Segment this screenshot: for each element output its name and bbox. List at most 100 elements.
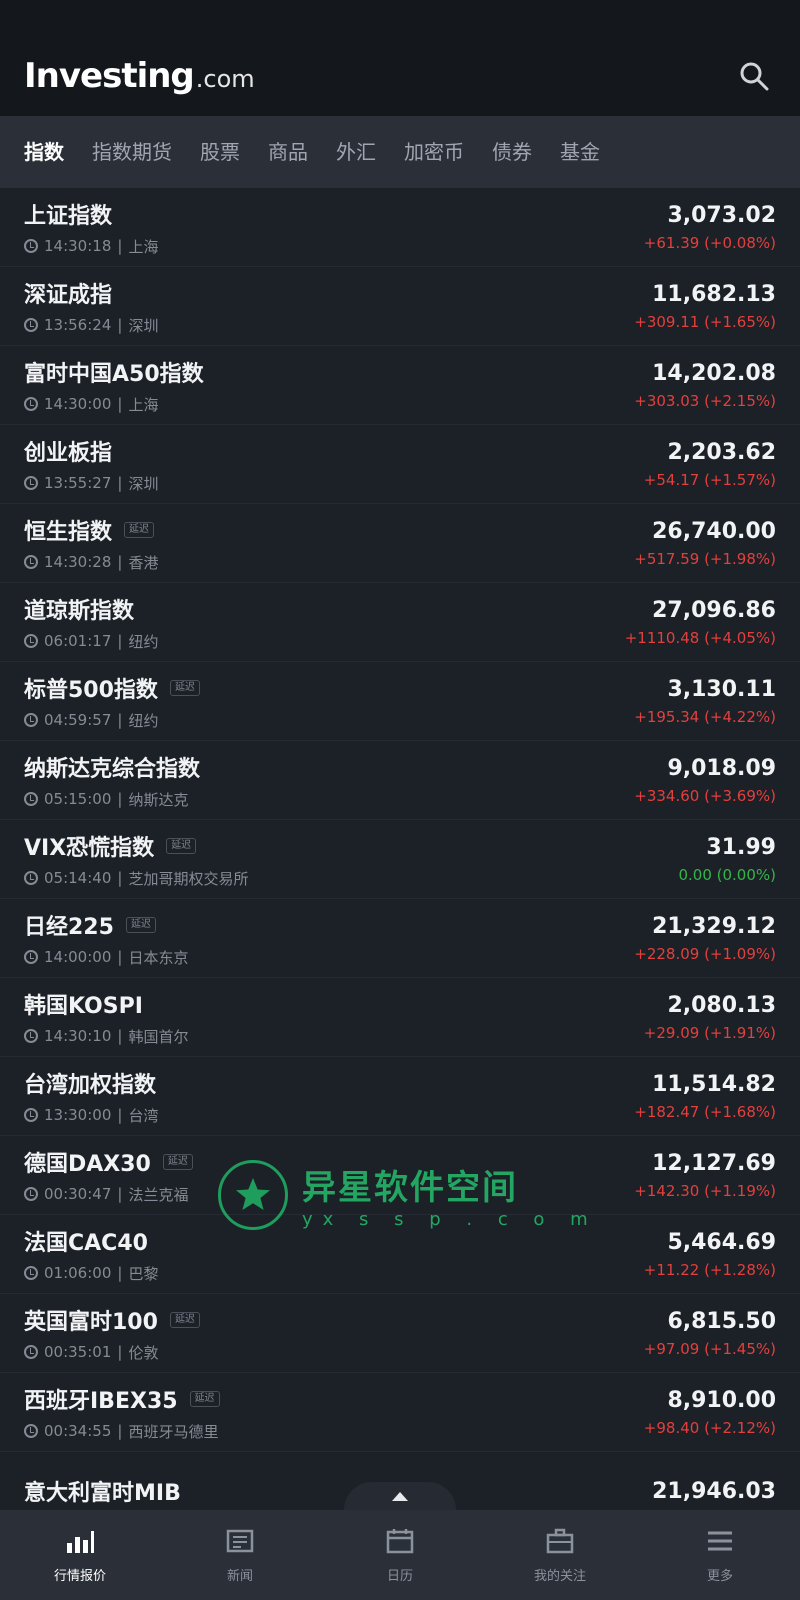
quote-row[interactable]: 标普500指数 延迟 04:59:57 | 纽约 3,130.11 +195.34 (+4.… xyxy=(0,662,800,741)
quote-change: +195.34 (+4.22%) xyxy=(634,707,776,726)
nav-label: 更多 xyxy=(706,1568,733,1584)
quote-change: +97.09 (+1.45%) xyxy=(643,1339,776,1358)
meta-separator: | xyxy=(117,553,123,571)
collapse-handle[interactable] xyxy=(344,1482,456,1510)
nav-item-0[interactable]: 行情报价 xyxy=(0,1510,160,1600)
quote-row[interactable]: VIX恐慌指数 延迟 05:14:40 | 芝加哥期权交易所 31.99 0.00 (0.0… xyxy=(0,820,800,899)
quote-time: 00:34:55 xyxy=(44,1422,112,1440)
clock-icon xyxy=(24,950,38,964)
delay-badge: 延迟 xyxy=(169,679,200,696)
clock-icon xyxy=(24,634,38,648)
quote-row[interactable]: 恒生指数 延迟 14:30:28 | 香港 26,740.00 +517.59 (+1.98… xyxy=(0,504,800,583)
nav-item-3[interactable]: 我的关注 xyxy=(480,1510,640,1600)
meta-separator: | xyxy=(117,1422,123,1440)
clock-icon xyxy=(24,792,38,806)
delay-badge: 延迟 xyxy=(124,521,155,538)
quote-change: +29.09 (+1.91%) xyxy=(643,1023,776,1042)
quote-list: 上证指数 14:30:18 | 上海 3,073.02 +61.39 (+0.08%) 深证… xyxy=(0,188,800,1531)
quote-row[interactable]: 日经225 延迟 14:00:00 | 日本东京 21,329.12 +228.09 (+1… xyxy=(0,899,800,978)
bottom-nav: 行情报价 新闻 日历 我的关注 更多 xyxy=(0,1510,800,1600)
bar-chart-icon xyxy=(65,1527,95,1559)
tab-6[interactable]: 债券 xyxy=(478,116,546,188)
quote-row[interactable]: 德国DAX30 延迟 00:30:47 | 法兰克福 12,127.69 +142.30 (… xyxy=(0,1136,800,1215)
briefcase-icon xyxy=(545,1527,575,1559)
clock-icon xyxy=(24,476,38,490)
nav-item-4[interactable]: 更多 xyxy=(640,1510,800,1600)
tab-5[interactable]: 加密币 xyxy=(390,116,478,188)
quote-change: +98.40 (+2.12%) xyxy=(643,1418,776,1437)
quote-row[interactable]: 西班牙IBEX35 延迟 00:34:55 | 西班牙马德里 8,910.00 +98.40… xyxy=(0,1373,800,1452)
quote-exchange: 西班牙马德里 xyxy=(128,1422,219,1441)
quote-price: 11,682.13 xyxy=(652,281,776,307)
quote-price: 2,203.62 xyxy=(667,439,776,465)
quote-exchange: 日本东京 xyxy=(128,948,189,967)
tab-2[interactable]: 股票 xyxy=(186,116,254,188)
meta-separator: | xyxy=(117,1106,123,1124)
tab-1[interactable]: 指数期货 xyxy=(78,116,186,188)
meta-separator: | xyxy=(117,474,123,492)
quote-exchange: 纳斯达克 xyxy=(128,790,189,809)
quote-price: 3,073.02 xyxy=(667,202,776,228)
quote-name: 恒生指数 xyxy=(24,519,113,545)
search-icon[interactable] xyxy=(732,54,776,98)
quote-name: 台湾加权指数 xyxy=(24,1072,157,1098)
quote-time: 06:01:17 xyxy=(44,632,112,650)
nav-item-1[interactable]: 新闻 xyxy=(160,1510,320,1600)
quote-row[interactable]: 深证成指 13:56:24 | 深圳 11,682.13 +309.11 (+1.65%) xyxy=(0,267,800,346)
quote-row[interactable]: 纳斯达克综合指数 05:15:00 | 纳斯达克 9,018.09 +334.60 (+3… xyxy=(0,741,800,820)
nav-label: 行情报价 xyxy=(53,1568,106,1584)
quote-price: 21,946.03 xyxy=(652,1478,776,1504)
quote-row[interactable]: 英国富时100 延迟 00:35:01 | 伦敦 6,815.50 +97.09 (+1.4… xyxy=(0,1294,800,1373)
quote-row[interactable]: 上证指数 14:30:18 | 上海 3,073.02 +61.39 (+0.08%) xyxy=(0,188,800,267)
delay-badge: 延迟 xyxy=(169,1311,200,1328)
quote-time: 14:30:18 xyxy=(44,237,112,255)
nav-item-2[interactable]: 日历 xyxy=(320,1510,480,1600)
quote-time: 14:30:10 xyxy=(44,1027,112,1045)
quote-row[interactable]: 富时中国A50指数 14:30:00 | 上海 14,202.08 +303.03 (+2… xyxy=(0,346,800,425)
delay-badge: 延迟 xyxy=(162,1153,193,1170)
investing-logo[interactable]: Investing .com xyxy=(24,56,255,96)
delay-badge: 延迟 xyxy=(125,916,156,933)
quote-row[interactable]: 台湾加权指数 13:30:00 | 台湾 11,514.82 +182.47 (+1.68… xyxy=(0,1057,800,1136)
quote-price: 12,127.69 xyxy=(652,1150,776,1176)
quote-change: +334.60 (+3.69%) xyxy=(634,786,776,805)
status-bar xyxy=(0,0,800,36)
quote-change: 0.00 (0.00%) xyxy=(678,865,776,884)
meta-separator: | xyxy=(117,869,123,887)
quote-change: +303.03 (+2.15%) xyxy=(634,391,776,410)
quote-name: 道琼斯指数 xyxy=(24,598,135,624)
meta-separator: | xyxy=(117,1185,123,1203)
clock-icon xyxy=(24,1108,38,1122)
quote-change: +1110.48 (+4.05%) xyxy=(624,628,776,647)
quote-name: 西班牙IBEX35 xyxy=(24,1388,178,1414)
clock-icon xyxy=(24,871,38,885)
quote-exchange: 深圳 xyxy=(128,474,159,493)
tab-7[interactable]: 基金 xyxy=(546,116,614,188)
quote-price: 26,740.00 xyxy=(652,518,776,544)
quote-exchange: 深圳 xyxy=(128,316,159,335)
quote-price: 14,202.08 xyxy=(652,360,776,386)
tab-0[interactable]: 指数 xyxy=(10,116,78,188)
meta-separator: | xyxy=(117,237,123,255)
quote-change: +182.47 (+1.68%) xyxy=(634,1102,776,1121)
quote-price: 8,910.00 xyxy=(667,1387,776,1413)
tab-3[interactable]: 商品 xyxy=(254,116,322,188)
quote-change: +61.39 (+0.08%) xyxy=(643,233,776,252)
clock-icon xyxy=(24,1424,38,1438)
clock-icon xyxy=(24,555,38,569)
quote-row[interactable]: 道琼斯指数 06:01:17 | 纽约 27,096.86 +1110.48 (+4.05… xyxy=(0,583,800,662)
quote-price: 31.99 xyxy=(706,834,776,860)
meta-separator: | xyxy=(117,1264,123,1282)
quote-time: 14:30:28 xyxy=(44,553,112,571)
quote-exchange: 台湾 xyxy=(128,1106,159,1125)
quote-row[interactable]: 韩国KOSPI 14:30:10 | 韩国首尔 2,080.13 +29.09 (+1.9… xyxy=(0,978,800,1057)
quote-row[interactable]: 创业板指 13:55:27 | 深圳 2,203.62 +54.17 (+1.57%) xyxy=(0,425,800,504)
quote-row[interactable]: 法国CAC40 01:06:00 | 巴黎 5,464.69 +11.22 (+1.28%… xyxy=(0,1215,800,1294)
tab-4[interactable]: 外汇 xyxy=(322,116,390,188)
quote-time: 00:30:47 xyxy=(44,1185,112,1203)
quote-price: 2,080.13 xyxy=(667,992,776,1018)
quote-change: +309.11 (+1.65%) xyxy=(634,312,776,331)
quote-exchange: 法兰克福 xyxy=(128,1185,189,1204)
calendar-icon xyxy=(385,1527,415,1559)
nav-label: 我的关注 xyxy=(533,1568,586,1584)
